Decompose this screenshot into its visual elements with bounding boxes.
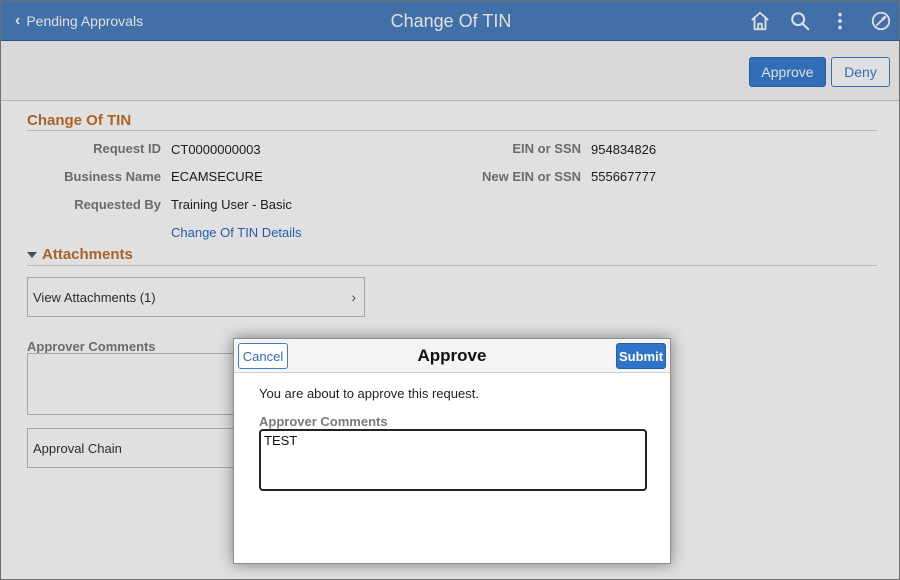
dialog-title: Approve: [417, 346, 487, 365]
approve-dialog: Cancel Approve Submit You are about to a…: [233, 338, 671, 564]
dialog-comments-input[interactable]: TEST: [259, 429, 647, 491]
app-frame: ‹ Pending Approvals Change Of TIN Approv…: [0, 0, 900, 580]
dialog-header: Cancel Approve Submit: [234, 339, 670, 373]
cancel-button[interactable]: Cancel: [238, 343, 288, 369]
dialog-message: You are about to approve this request.: [259, 386, 479, 401]
dialog-comments-label: Approver Comments: [259, 414, 388, 429]
submit-button[interactable]: Submit: [616, 343, 666, 369]
